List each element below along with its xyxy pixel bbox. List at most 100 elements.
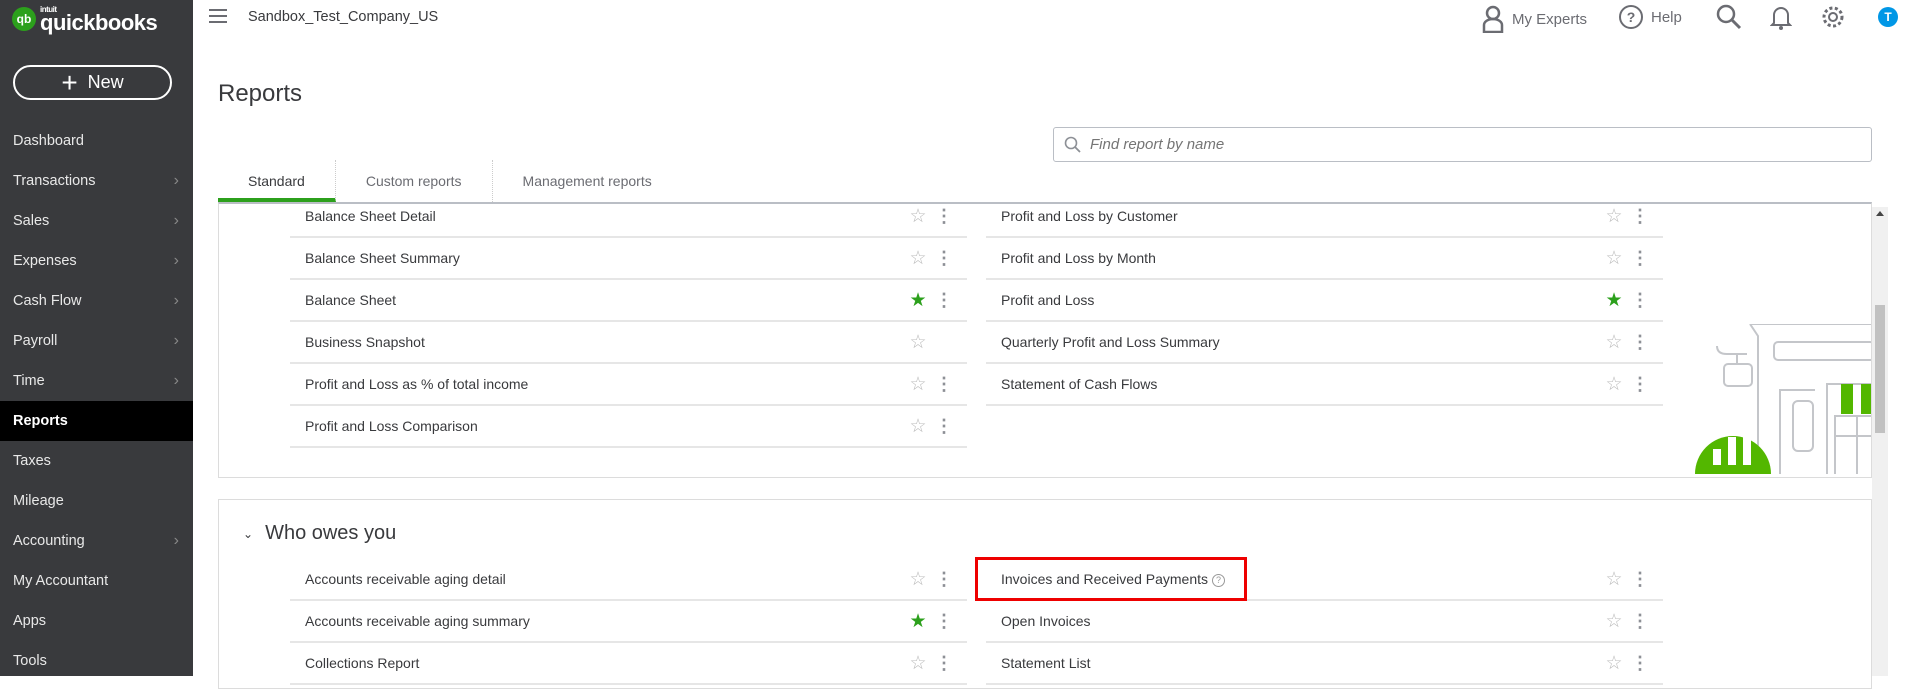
report-link[interactable]: Quarterly Profit and Loss Summary [986,334,1603,350]
scrollbar[interactable] [1872,207,1888,676]
report-link[interactable]: Profit and Loss as % of total income [290,376,907,392]
sidebar-item-transactions[interactable]: Transactions › [0,161,193,201]
sidebar-item-taxes[interactable]: Taxes [0,441,193,481]
more-options-icon[interactable]: ⋮ [929,611,959,632]
sidebar-item-payroll[interactable]: Payroll › [0,321,193,361]
sidebar-item-my-accountant[interactable]: My Accountant [0,561,193,601]
star-outline-icon[interactable]: ☆ [907,652,929,675]
sidebar-item-sales[interactable]: Sales › [0,201,193,241]
report-row: Accounts receivable aging detail ☆ ⋮ [290,559,967,601]
plus-icon: + [61,66,78,98]
scroll-up-icon[interactable] [1876,211,1884,216]
more-options-icon[interactable]: ⋮ [1625,569,1655,590]
more-options-icon[interactable]: ⋮ [929,653,959,674]
chevron-right-icon: › [173,292,179,309]
star-outline-icon[interactable]: ☆ [907,205,929,228]
report-link[interactable]: Statement of Cash Flows [986,376,1603,392]
sidebar-item-apps[interactable]: Apps [0,601,193,641]
sidebar-item-time[interactable]: Time › [0,361,193,401]
report-link[interactable]: Balance Sheet Detail [290,208,907,224]
new-button[interactable]: + New [13,65,172,100]
more-options-icon[interactable]: ⋮ [1625,374,1655,395]
help-button[interactable]: ? Help [1619,5,1682,29]
more-options-icon[interactable]: ⋮ [1625,248,1655,269]
hamburger-menu-icon[interactable] [209,9,227,23]
report-search[interactable] [1053,127,1872,162]
more-options-icon[interactable]: ⋮ [929,290,959,311]
star-outline-icon[interactable]: ☆ [1603,652,1625,675]
avatar[interactable]: T [1878,7,1898,27]
report-link[interactable]: Open Invoices [986,613,1603,629]
tab-management-reports[interactable]: Management reports [493,160,682,202]
more-options-icon[interactable]: ⋮ [1625,206,1655,227]
report-link[interactable]: Profit and Loss Comparison [290,418,907,434]
sidebar-item-mileage[interactable]: Mileage [0,481,193,521]
more-options-icon[interactable]: ⋮ [929,416,959,437]
report-link[interactable]: Profit and Loss by Month [986,250,1603,266]
report-row: Profit and Loss ★ ⋮ [986,280,1663,322]
star-outline-icon[interactable]: ☆ [907,568,929,591]
section-toggle[interactable]: ⌄ Who owes you [243,522,396,545]
more-options-icon[interactable]: ⋮ [1625,611,1655,632]
more-options-icon[interactable]: ⋮ [1625,332,1655,353]
report-link[interactable]: Profit and Loss by Customer [986,208,1603,224]
scrollbar-thumb[interactable] [1875,305,1885,433]
star-outline-icon[interactable]: ☆ [1603,568,1625,591]
sidebar-item-tools[interactable]: Tools [0,641,193,681]
star-outline-icon[interactable]: ☆ [1603,205,1625,228]
search-input[interactable] [1090,136,1790,153]
quickbooks-logo[interactable]: qb intuit quickbooks [12,6,158,34]
more-options-icon[interactable]: ⋮ [1625,290,1655,311]
help-circle-icon[interactable]: ? [1212,573,1225,587]
chevron-down-icon: ⌄ [243,526,254,541]
report-row: Invoices and Received Payments? ☆ ⋮ [975,557,1663,601]
sidebar-item-expenses[interactable]: Expenses › [0,241,193,281]
tab-custom-reports[interactable]: Custom reports [336,160,493,202]
star-filled-icon[interactable]: ★ [907,610,929,633]
report-link[interactable]: Collections Report [290,655,907,671]
sidebar-item-cash-flow[interactable]: Cash Flow › [0,281,193,321]
sidebar-item-dashboard[interactable]: Dashboard [0,121,193,161]
search-icon[interactable] [1716,4,1742,30]
sidebar-item-reports[interactable]: Reports [0,401,193,441]
bell-icon[interactable] [1770,4,1792,30]
star-outline-icon[interactable]: ☆ [907,331,929,354]
report-row: Statement List ☆ ⋮ [986,643,1663,685]
report-row: Open Invoices ☆ ⋮ [986,601,1663,643]
star-outline-icon[interactable]: ☆ [907,415,929,438]
reports-section-who-owes-you: ⌄ Who owes you Accounts receivable aging … [218,499,1872,689]
star-outline-icon[interactable]: ☆ [907,247,929,270]
report-row: Balance Sheet Summary ☆ ⋮ [290,238,967,280]
star-filled-icon[interactable]: ★ [1603,289,1625,312]
star-outline-icon[interactable]: ☆ [1603,373,1625,396]
sidebar-nav: Dashboard Transactions › Sales › Expenses › Cas… [0,121,193,681]
tab-standard[interactable]: Standard [218,160,336,202]
reports-illustration [1695,324,1871,474]
report-link[interactable]: Accounts receivable aging summary [290,613,907,629]
more-options-icon[interactable]: ⋮ [929,374,959,395]
report-row: Quarterly Profit and Loss Summary ☆ ⋮ [986,322,1663,364]
report-link[interactable]: Invoices and Received Payments? [986,571,1603,587]
report-link[interactable]: Statement List [986,655,1603,671]
report-link[interactable]: Balance Sheet [290,292,907,308]
gear-icon[interactable] [1820,4,1846,30]
my-experts-button[interactable]: My Experts [1482,5,1587,33]
star-filled-icon[interactable]: ★ [907,289,929,312]
star-outline-icon[interactable]: ☆ [907,373,929,396]
report-row: Statement of Cash Flows ☆ ⋮ [986,364,1663,406]
report-link[interactable]: Accounts receivable aging detail [290,571,907,587]
report-link[interactable]: Balance Sheet Summary [290,250,907,266]
chevron-right-icon: › [173,332,179,349]
chevron-right-icon: › [173,252,179,269]
more-options-icon[interactable]: ⋮ [1625,653,1655,674]
more-options-icon[interactable]: ⋮ [929,248,959,269]
report-link[interactable]: Business Snapshot [290,334,907,350]
star-outline-icon[interactable]: ☆ [1603,610,1625,633]
star-outline-icon[interactable]: ☆ [1603,331,1625,354]
sidebar-item-accounting[interactable]: Accounting › [0,521,193,561]
more-options-icon[interactable]: ⋮ [929,569,959,590]
star-outline-icon[interactable]: ☆ [1603,247,1625,270]
qb-logo-icon: qb [12,7,36,31]
more-options-icon[interactable]: ⋮ [929,206,959,227]
report-link[interactable]: Profit and Loss [986,292,1603,308]
